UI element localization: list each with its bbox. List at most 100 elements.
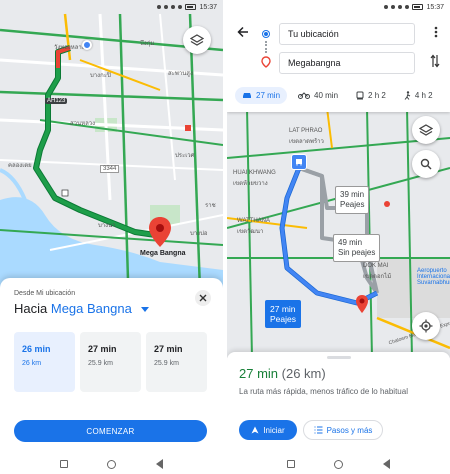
search-icon	[420, 158, 432, 170]
destination-pin-icon	[356, 295, 368, 313]
map-view[interactable]: LAT PHRAO เขตลาดพร้าว HUAI KHWANG เขตห้ว…	[227, 108, 450, 358]
transit-icon	[356, 91, 364, 99]
travel-mode-tabs: 27 min 40 min 2 h 2 4 h 2	[227, 84, 450, 106]
from-label: Desde Mi ubicación	[14, 290, 76, 297]
layers-icon	[419, 124, 433, 136]
route-summary-time: 27 min (26 km)	[239, 366, 326, 381]
route-option-distance: 25.9 km	[88, 360, 113, 367]
home-button[interactable]	[107, 459, 117, 469]
route-option-card[interactable]: 27 min 25.9 km	[80, 332, 141, 392]
alt-route-callout[interactable]: 49 min Sin peajes	[333, 234, 381, 262]
wifi-icon	[171, 5, 176, 9]
steps-button[interactable]: Pasos y más	[303, 420, 383, 440]
recent-apps-button[interactable]	[59, 460, 68, 468]
tab-transit[interactable]: 2 h 2	[349, 87, 393, 104]
swap-vert-icon	[430, 54, 440, 68]
layers-button[interactable]	[412, 116, 440, 144]
my-location-icon	[419, 319, 433, 333]
tab-car[interactable]: 27 min	[235, 86, 288, 104]
wifi-icon	[398, 5, 403, 9]
tab-motorcycle-label: 40 min	[314, 90, 339, 100]
status-time: 15:37	[199, 3, 217, 11]
map-label: WATTHANA	[237, 218, 270, 224]
route-description: La ruta más rápida, menos tráfico de lo …	[239, 387, 408, 396]
alt-route-callout[interactable]: 39 min Peajes	[335, 186, 370, 214]
search-along-route-button[interactable]	[412, 150, 440, 178]
origin-location-dot	[82, 40, 92, 50]
recent-apps-button[interactable]	[286, 460, 295, 468]
destination-selector[interactable]: Hacia Mega Bangna	[14, 301, 150, 316]
directions-sheet: Desde Mi ubicación Hacia Mega Bangna 26 …	[0, 278, 223, 474]
close-icon	[199, 294, 207, 302]
map-label: บึงกุ่ม	[140, 41, 155, 47]
route-option-distance: 25.9 km	[154, 360, 179, 367]
alt-route-note: Sin peajes	[338, 248, 376, 257]
map-label: คลองเตย	[8, 163, 32, 169]
route-option-distance: 26 km	[22, 360, 42, 367]
map-label: บางกะปิ	[90, 73, 111, 79]
walk-icon	[404, 90, 411, 100]
system-nav-bar	[0, 454, 223, 474]
swap-button[interactable]	[430, 54, 440, 71]
tab-transit-label: 2 h 2	[368, 90, 386, 100]
map-label: บางนา	[98, 223, 116, 229]
back-button[interactable]	[383, 459, 391, 469]
destination-input[interactable]: Megabangna	[279, 52, 415, 74]
route-distance: (26 km)	[281, 366, 326, 381]
start-button[interactable]: Iniciar	[239, 420, 297, 440]
battery-icon	[412, 4, 424, 10]
my-location-button[interactable]	[412, 312, 440, 340]
origin-input[interactable]: Tu ubicación	[279, 23, 415, 45]
route-options: 26 min 26 km 27 min 25.9 km 27 min 25.9 …	[14, 332, 207, 392]
battery-icon	[185, 4, 197, 10]
tab-walk[interactable]: 4 h 2	[397, 87, 440, 104]
to-destination: Mega Bangna	[50, 301, 132, 316]
road-shield: 3344	[100, 165, 120, 173]
start-navigation-button[interactable]: COMENZAR	[14, 420, 207, 442]
map-label: HUAI KHWANG	[233, 170, 276, 176]
bus-icon	[296, 159, 302, 166]
map-view[interactable]: วังทองหลาง บางกะปิ บึงกุ่ม สะพานสูง AH12…	[0, 0, 223, 290]
back-button[interactable]	[156, 459, 164, 469]
bluetooth-icon	[384, 5, 389, 9]
start-button-label: Iniciar	[263, 425, 285, 435]
back-arrow-button[interactable]	[237, 26, 249, 41]
alarm-icon	[391, 5, 396, 9]
highway-shield: AH123	[45, 98, 68, 104]
bluetooth-icon	[157, 5, 162, 9]
map-label: บางบ่อ	[190, 231, 208, 237]
home-button[interactable]	[334, 459, 344, 469]
main-route-callout[interactable]: 27 min Peajes	[265, 300, 301, 328]
more-options-button[interactable]	[434, 26, 438, 41]
system-nav-bar	[227, 454, 450, 474]
tab-car-label: 27 min	[256, 90, 281, 100]
list-icon	[314, 426, 323, 434]
left-screen: 15:37 วังทองหลาง บางกะปิ บึงกุ่ม สะพานสู…	[0, 0, 223, 474]
map-label: ประเวศ	[175, 153, 195, 159]
airport-label: Aeropuerto Internacional Suvarnabhumi	[417, 268, 450, 286]
layers-icon	[190, 34, 204, 46]
origin-dot-icon	[263, 31, 269, 37]
alt-route-time: 39 min	[340, 190, 365, 199]
close-button[interactable]	[195, 290, 211, 306]
sheet-handle[interactable]	[327, 356, 351, 359]
tab-motorcycle[interactable]: 40 min	[291, 87, 345, 104]
layers-button[interactable]	[183, 26, 211, 54]
motorcycle-icon	[298, 92, 311, 99]
destination-pin-icon	[261, 56, 271, 68]
caret-down-icon	[141, 307, 150, 313]
route-dots	[265, 41, 267, 53]
map-label: เขตลาดพร้าว	[289, 139, 324, 145]
origin-marker	[291, 154, 307, 170]
map-label: สะพานสูง	[168, 71, 193, 77]
navigation-arrow-icon	[251, 426, 259, 434]
route-option-card[interactable]: 27 min 25.9 km	[146, 332, 207, 392]
route-option-card[interactable]: 26 min 26 km	[14, 332, 75, 392]
route-option-time: 27 min	[88, 344, 117, 354]
signal-icon	[405, 5, 410, 9]
map-label: วังทองหลาง	[54, 45, 85, 51]
route-time: 27 min	[239, 366, 279, 381]
status-time: 15:37	[426, 3, 444, 11]
map-label: สวนหลวง	[70, 121, 96, 127]
main-route-time: 27 min	[270, 304, 296, 314]
